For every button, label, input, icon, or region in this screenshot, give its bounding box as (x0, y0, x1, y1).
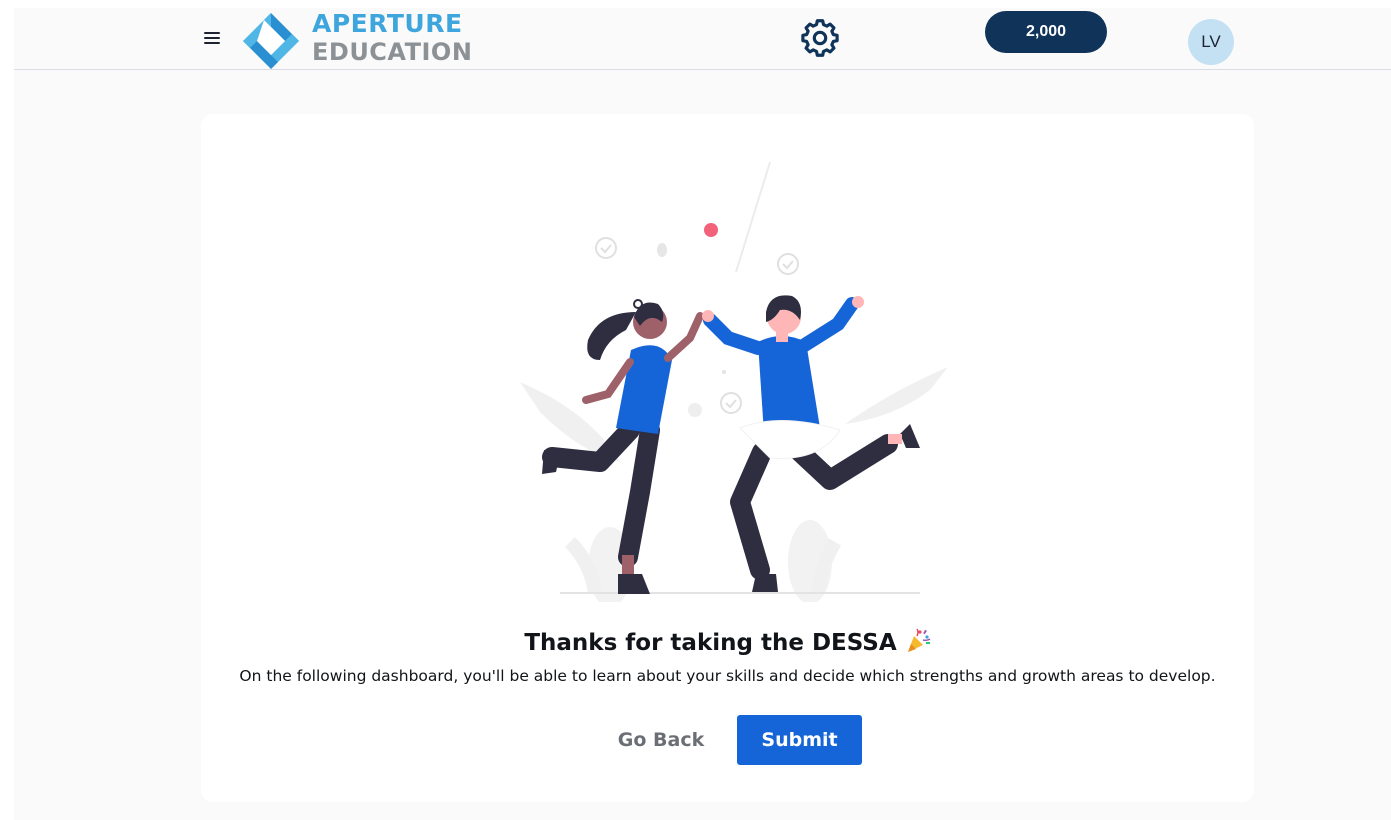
two-people-high-five-illustration (520, 162, 948, 602)
top-navigation-bar: APERTURE EDUCATION 2,000 LV (14, 8, 1391, 70)
submit-button[interactable]: Submit (737, 715, 862, 765)
page-subtitle: On the following dashboard, you'll be ab… (239, 667, 1216, 685)
page-title: Thanks for taking the DESSA (201, 627, 1254, 659)
completion-card: Thanks for taking the DESSA On the follo… (201, 114, 1254, 802)
aperture-logo-icon (243, 13, 299, 69)
logo-text-education: EDUCATION (312, 38, 473, 66)
gear-icon[interactable] (801, 19, 839, 57)
go-back-button[interactable]: Go Back (605, 715, 717, 765)
app-window: APERTURE EDUCATION 2,000 LV Thanks for t… (14, 8, 1391, 820)
party-popper-icon (907, 628, 931, 652)
user-avatar[interactable]: LV (1188, 19, 1234, 65)
hamburger-menu-icon[interactable] (204, 32, 220, 46)
points-balance-badge[interactable]: 2,000 (985, 11, 1107, 53)
page-title-text: Thanks for taking the DESSA (524, 630, 897, 656)
logo-text-aperture: APERTURE (312, 9, 463, 38)
aperture-education-logo[interactable]: APERTURE EDUCATION (242, 9, 482, 69)
